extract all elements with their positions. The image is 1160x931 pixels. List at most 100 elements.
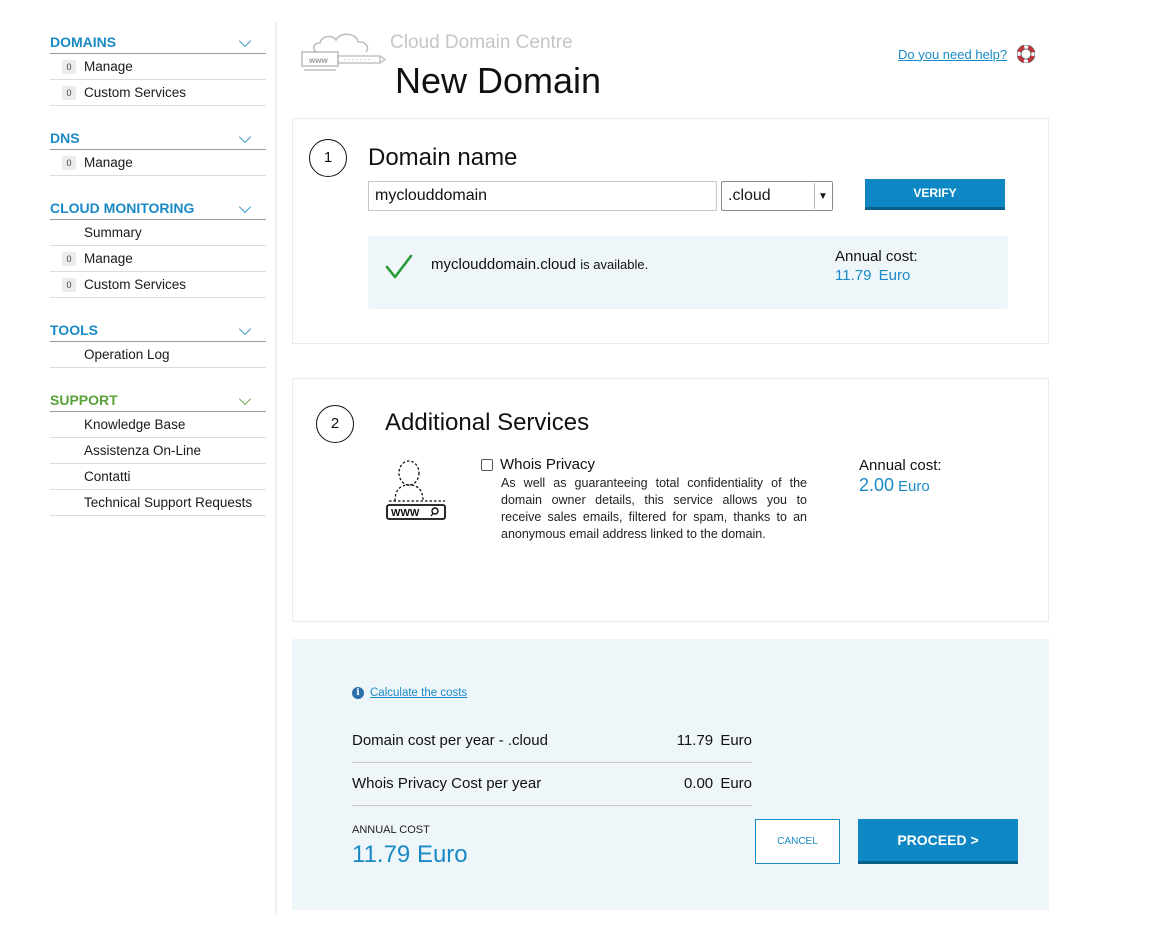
sidebar-item-domains-custom-services[interactable]: 0 Custom Services <box>50 80 266 106</box>
cancel-button[interactable]: CANCEL <box>755 819 840 864</box>
svg-text:WWW: WWW <box>391 508 420 519</box>
cost-row-domain: Domain cost per year - .cloud 11.79 Euro <box>352 721 752 763</box>
available-domain: myclouddomain.cloud <box>431 256 577 273</box>
section-title: Domain name <box>368 144 518 171</box>
sidebar-item-knowledge-base[interactable]: Knowledge Base <box>50 412 266 438</box>
chevron-down-icon <box>238 130 252 143</box>
count-badge: 0 <box>62 277 76 292</box>
tld-selected-value: .cloud <box>728 187 771 204</box>
help-link[interactable]: Do you need help? <box>898 47 1007 62</box>
sidebar-heading-label: SUPPORT <box>50 391 118 408</box>
availability-message: myclouddomain.cloud is available. <box>431 256 648 273</box>
sidebar-heading-cloud-monitoring[interactable]: CLOUD MONITORING <box>50 194 266 220</box>
checkmark-icon <box>385 254 413 279</box>
annual-cost-total-label: ANNUAL COST <box>352 824 430 836</box>
sidebar-heading-support[interactable]: SUPPORT <box>50 386 266 412</box>
cost-currency: Euro <box>898 478 930 495</box>
sidebar-heading-domains[interactable]: DOMAINS <box>50 28 266 54</box>
cost-summary-panel: i Calculate the costs Domain cost per ye… <box>292 639 1049 910</box>
calculate-costs-link[interactable]: Calculate the costs <box>370 687 467 699</box>
annual-cost-value: 2.00 Euro <box>859 475 930 496</box>
svg-text:www: www <box>308 56 328 65</box>
count-badge: 0 <box>62 85 76 100</box>
sidebar-section-dns: DNS 0 Manage <box>50 124 266 176</box>
sidebar-item-domains-manage[interactable]: 0 Manage <box>50 54 266 80</box>
annual-cost-label: Annual cost: <box>859 457 942 474</box>
brand-name: Cloud Domain Centre <box>390 32 573 53</box>
additional-services-panel: 2 Additional Services WWW Whois Privacy … <box>292 378 1049 622</box>
sidebar: DOMAINS 0 Manage 0 Custom Services DNS 0… <box>50 28 266 534</box>
sidebar-item-monitoring-custom-services[interactable]: 0 Custom Services <box>50 272 266 298</box>
sidebar-heading-tools[interactable]: TOOLS <box>50 316 266 342</box>
sidebar-section-support: SUPPORT Knowledge Base Assistenza On-Lin… <box>50 386 266 516</box>
domain-name-input[interactable] <box>368 181 717 211</box>
sidebar-item-label: Operation Log <box>84 347 170 362</box>
sidebar-item-label: Custom Services <box>84 277 187 292</box>
sidebar-section-tools: TOOLS Operation Log <box>50 316 266 368</box>
sidebar-item-label: Manage <box>84 251 133 266</box>
annual-cost-label: Annual cost: <box>835 248 918 265</box>
sidebar-divider <box>275 22 277 915</box>
help-link-group: Do you need help? <box>898 45 1036 63</box>
sidebar-item-monitoring-summary[interactable]: Summary <box>50 220 266 246</box>
sidebar-item-technical-support[interactable]: Technical Support Requests <box>50 490 266 516</box>
sidebar-item-label: Custom Services <box>84 85 187 100</box>
cost-currency: Euro <box>720 732 752 749</box>
service-description: As well as guaranteeing total confidenti… <box>501 476 807 541</box>
whois-privacy-checkbox[interactable] <box>481 459 493 471</box>
whois-privacy-icon: WWW <box>386 460 446 520</box>
lifebuoy-icon[interactable] <box>1017 45 1036 63</box>
calculate-costs-group: i Calculate the costs <box>352 687 467 699</box>
sidebar-heading-label: TOOLS <box>50 321 98 338</box>
availability-result: myclouddomain.cloud is available. Annual… <box>368 236 1008 309</box>
cost-row-label: Whois Privacy Cost per year <box>352 775 542 792</box>
count-badge: 0 <box>62 155 76 170</box>
sidebar-item-assistenza-online[interactable]: Assistenza On-Line <box>50 438 266 464</box>
chevron-down-icon <box>238 200 252 213</box>
sidebar-item-label: Assistenza On-Line <box>84 443 202 458</box>
annual-cost-value: 11.79 Euro <box>835 267 910 284</box>
sidebar-item-dns-manage[interactable]: 0 Manage <box>50 150 266 176</box>
sidebar-item-label: Summary <box>84 225 142 240</box>
cost-currency: Euro <box>720 775 752 792</box>
chevron-down-icon: ▼ <box>814 183 831 209</box>
sidebar-item-label: Technical Support Requests <box>84 495 253 510</box>
sidebar-heading-label: DOMAINS <box>50 33 117 50</box>
tld-select[interactable]: .cloud ▼ <box>721 181 833 211</box>
sidebar-item-operation-log[interactable]: Operation Log <box>50 342 266 368</box>
service-name: Whois Privacy <box>500 456 596 473</box>
cost-amount: 2.00 <box>859 475 895 495</box>
chevron-down-icon <box>238 34 252 47</box>
cost-row-value: 0.00 Euro <box>684 775 752 792</box>
sidebar-heading-label: DNS <box>50 129 80 146</box>
verify-button[interactable]: VERIFY <box>865 179 1005 210</box>
annual-cost-total-value: 11.79 Euro <box>352 841 468 868</box>
cost-amount: 11.79 <box>835 267 872 284</box>
step-number: 1 <box>309 139 347 177</box>
sidebar-heading-dns[interactable]: DNS <box>50 124 266 150</box>
sidebar-item-label: Contatti <box>84 469 131 484</box>
cost-row-whois: Whois Privacy Cost per year 0.00 Euro <box>352 764 752 806</box>
section-title: Additional Services <box>385 409 590 436</box>
availability-status: is available. <box>580 257 649 272</box>
info-icon: i <box>352 687 364 699</box>
step-number: 2 <box>316 405 354 443</box>
sidebar-section-domains: DOMAINS 0 Manage 0 Custom Services <box>50 28 266 106</box>
cost-currency: Euro <box>878 267 911 284</box>
chevron-down-icon <box>238 322 252 335</box>
proceed-button[interactable]: PROCEED > <box>858 819 1018 864</box>
count-badge: 0 <box>62 251 76 266</box>
sidebar-item-label: Manage <box>84 59 133 74</box>
sidebar-item-label: Knowledge Base <box>84 417 186 432</box>
www-cloud-icon: www <box>301 33 386 71</box>
cost-row-value: 11.79 Euro <box>677 732 752 749</box>
page-title: New Domain <box>395 60 602 101</box>
cost-row-label: Domain cost per year - .cloud <box>352 732 548 749</box>
sidebar-item-contatti[interactable]: Contatti <box>50 464 266 490</box>
sidebar-item-label: Manage <box>84 155 133 170</box>
sidebar-item-monitoring-manage[interactable]: 0 Manage <box>50 246 266 272</box>
cost-amount: 11.79 <box>676 732 714 749</box>
sidebar-heading-label: CLOUD MONITORING <box>50 199 195 216</box>
chevron-down-icon <box>238 392 252 405</box>
cost-amount: 0.00 <box>683 775 714 792</box>
